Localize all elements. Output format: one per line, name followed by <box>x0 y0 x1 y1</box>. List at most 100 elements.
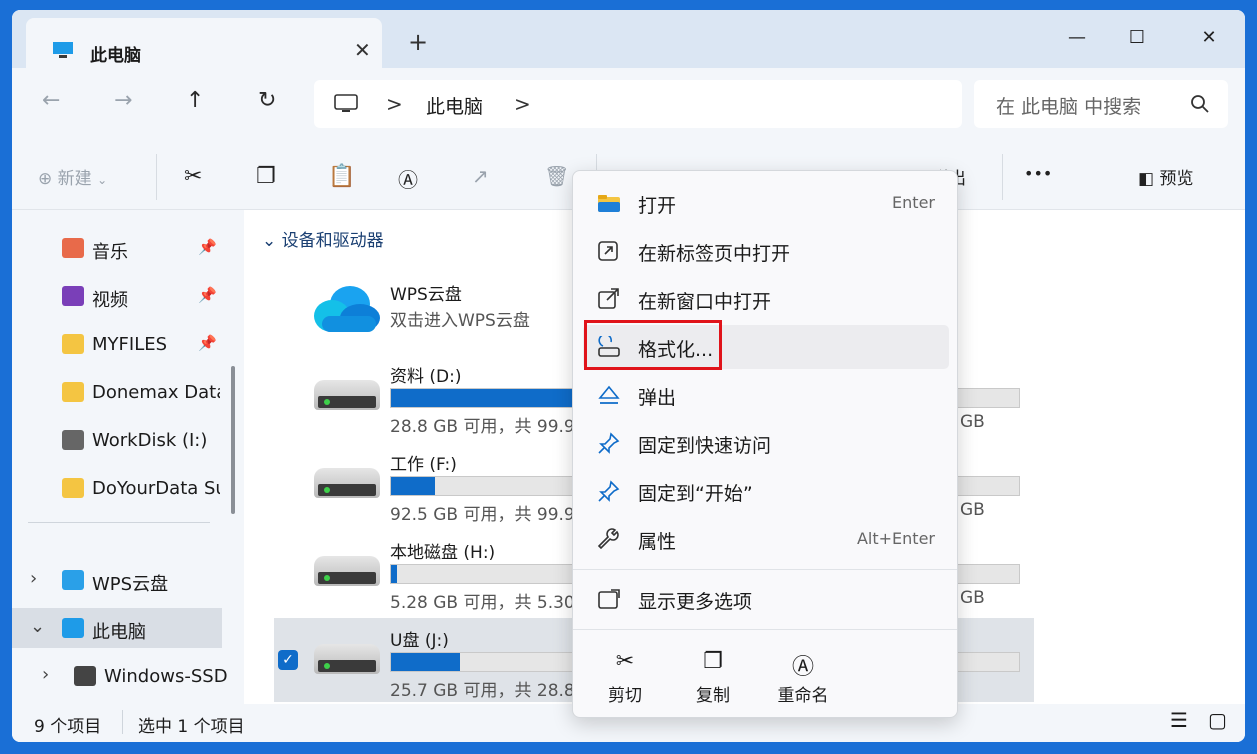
sidebar-tree-item[interactable]: › WPS云盘 <box>12 560 222 600</box>
sidebar-item-label: Donemax Data <box>92 382 220 403</box>
sidebar-item[interactable]: DoYourData Su <box>12 468 222 508</box>
sidebar-tree-item[interactable]: ⌄ 此电脑 <box>12 608 222 648</box>
pin-icon <box>598 432 620 454</box>
menu-item-label: 固定到快速访问 <box>638 435 772 457</box>
menu-divider <box>573 569 957 570</box>
monitor-icon <box>53 42 73 58</box>
folder-icon <box>62 382 84 402</box>
menu-item-open[interactable]: 打开 Enter <box>583 181 949 225</box>
format-highlight-box <box>584 320 722 370</box>
close-window-button[interactable]: ✕ <box>1186 20 1232 56</box>
menu-item-show-more-options[interactable]: 显示更多选项 <box>583 577 949 621</box>
monitor-icon <box>62 618 84 638</box>
sidebar-item[interactable]: MYFILES 📌 <box>12 324 222 364</box>
drive-name: U盘 (J:) <box>390 631 449 651</box>
folder-icon <box>598 195 620 212</box>
search-box[interactable]: 在 此电脑 中搜索 <box>974 80 1228 128</box>
drive-info: 92.5 GB 可用，共 99.9 <box>390 505 575 525</box>
sidebar-scrollbar[interactable] <box>231 366 235 514</box>
search-icon <box>1191 95 1209 113</box>
context-menu: 打开 Enter 在新标签页中打开 在新窗口中打开 格式化... 弹出 固定到快速访问 固定到… <box>572 170 958 718</box>
eject-icon <box>598 385 620 404</box>
sidebar-item[interactable]: WorkDisk (I:) <box>12 420 222 460</box>
sidebar-item[interactable]: 视频 📌 <box>12 276 222 316</box>
maximize-button[interactable]: ☐ <box>1114 20 1160 56</box>
sidebar-item[interactable]: Donemax Data <box>12 372 222 412</box>
rename-menu-button[interactable]: Ⓐ 重命名 <box>763 645 843 711</box>
minimize-button[interactable]: — <box>1054 20 1100 56</box>
forward-button[interactable]: → <box>114 88 132 113</box>
menu-item-pin-quick-access[interactable]: 固定到快速访问 <box>583 421 949 465</box>
cut-button[interactable]: ✂ <box>184 164 202 189</box>
expand-chevron-icon[interactable]: ⌄ <box>30 616 45 637</box>
sidebar-divider <box>28 522 210 523</box>
chevron-down-icon: ⌄ <box>262 231 277 251</box>
menu-item-label: 固定到“开始” <box>638 483 753 505</box>
group-header-devices[interactable]: ⌄ 设备和驱动器 <box>262 226 384 251</box>
breadcrumb-chevron-icon[interactable]: > <box>386 92 403 116</box>
tab-this-pc[interactable]: 此电脑 ✕ <box>26 18 382 68</box>
menu-item-open-new-tab[interactable]: 在新标签页中打开 <box>583 229 949 273</box>
sidebar-tree-item[interactable]: › Windows-SSD <box>12 656 228 696</box>
drive-info: 5.28 GB 可用，共 5.30 <box>390 593 575 613</box>
expand-chevron-icon[interactable]: › <box>30 568 37 589</box>
sidebar-item[interactable]: 音乐 📌 <box>12 228 222 268</box>
address-bar[interactable]: > 此电脑 > <box>314 80 962 128</box>
rename-icon: Ⓐ <box>791 655 814 680</box>
sidebar-tree-label: Windows-SSD <box>104 666 228 687</box>
menu-item-label: 在新窗口中打开 <box>638 291 772 313</box>
pin-icon[interactable]: 📌 <box>198 286 217 304</box>
computer-icon <box>334 94 358 112</box>
breadcrumb-chevron-icon[interactable]: > <box>514 92 531 116</box>
expand-chevron-icon[interactable]: › <box>42 664 49 685</box>
menu-item-label: 在新标签页中打开 <box>638 243 791 265</box>
cut-menu-button[interactable]: ✂ 剪切 <box>585 645 665 711</box>
preview-label: 预览 <box>1159 169 1194 189</box>
cloud-icon <box>62 570 84 590</box>
share-button[interactable]: ↗ <box>472 164 489 188</box>
menu-item-open-new-window[interactable]: 在新窗口中打开 <box>583 277 949 321</box>
search-input[interactable]: 在 此电脑 中搜索 <box>996 92 1141 119</box>
paste-button[interactable]: 📋 <box>328 164 355 189</box>
back-button[interactable]: ← <box>42 88 60 113</box>
more-options-button[interactable]: ••• <box>1024 164 1052 183</box>
up-button[interactable]: ↑ <box>186 88 204 113</box>
pin-icon[interactable]: 📌 <box>198 334 217 352</box>
clipboard-icon: 📋 <box>328 164 356 189</box>
trash-icon: 🗑 <box>544 164 570 188</box>
menu-item-pin-start[interactable]: 固定到“开始” <box>583 469 949 513</box>
new-button[interactable]: ⊕ 新建 ⌄ <box>38 164 107 189</box>
selected-count: 选中 1 个项目 <box>138 717 245 737</box>
copy-button[interactable]: ❐ <box>256 164 276 189</box>
menu-item-properties[interactable]: 属性 Alt+Enter <box>583 517 949 561</box>
cut-label: 剪切 <box>608 686 642 706</box>
share-icon: ↗ <box>472 164 489 188</box>
breadcrumb-this-pc[interactable]: 此电脑 <box>426 92 483 119</box>
tab-close-icon[interactable]: ✕ <box>354 38 371 62</box>
menu-item-label: 弹出 <box>638 387 677 409</box>
tiles-view-icon[interactable]: ▢ <box>1208 708 1227 732</box>
preview-button[interactable]: ◧ 预览 <box>1138 164 1193 189</box>
folder-icon <box>62 334 84 354</box>
pin-icon[interactable]: 📌 <box>198 238 217 256</box>
copy-menu-button[interactable]: ❐ 复制 <box>673 645 753 711</box>
drive-info: 28.8 GB 可用，共 99.9 <box>390 417 575 437</box>
selection-checkbox[interactable]: ✓ <box>278 650 298 670</box>
drive-name: 资料 (D:) <box>390 367 462 387</box>
refresh-button[interactable]: ↻ <box>258 88 276 113</box>
menu-item-shortcut: Enter <box>892 193 935 212</box>
more-options-icon <box>598 589 620 609</box>
toolbar-divider <box>156 154 157 200</box>
menu-item-eject[interactable]: 弹出 <box>583 373 949 417</box>
wrench-icon <box>597 528 619 550</box>
status-divider <box>122 710 123 734</box>
rename-icon: Ⓐ <box>398 168 418 192</box>
rename-button[interactable]: Ⓐ <box>398 164 418 193</box>
scissors-icon: ✂ <box>184 164 203 189</box>
delete-button[interactable]: 🗑 <box>544 164 569 188</box>
plus-circle-icon: ⊕ <box>38 169 53 189</box>
hard-drive-icon <box>314 556 380 586</box>
details-view-icon[interactable]: ☰ <box>1170 708 1188 732</box>
tab-title: 此电脑 <box>90 46 141 66</box>
new-tab-button[interactable]: + <box>408 28 428 56</box>
